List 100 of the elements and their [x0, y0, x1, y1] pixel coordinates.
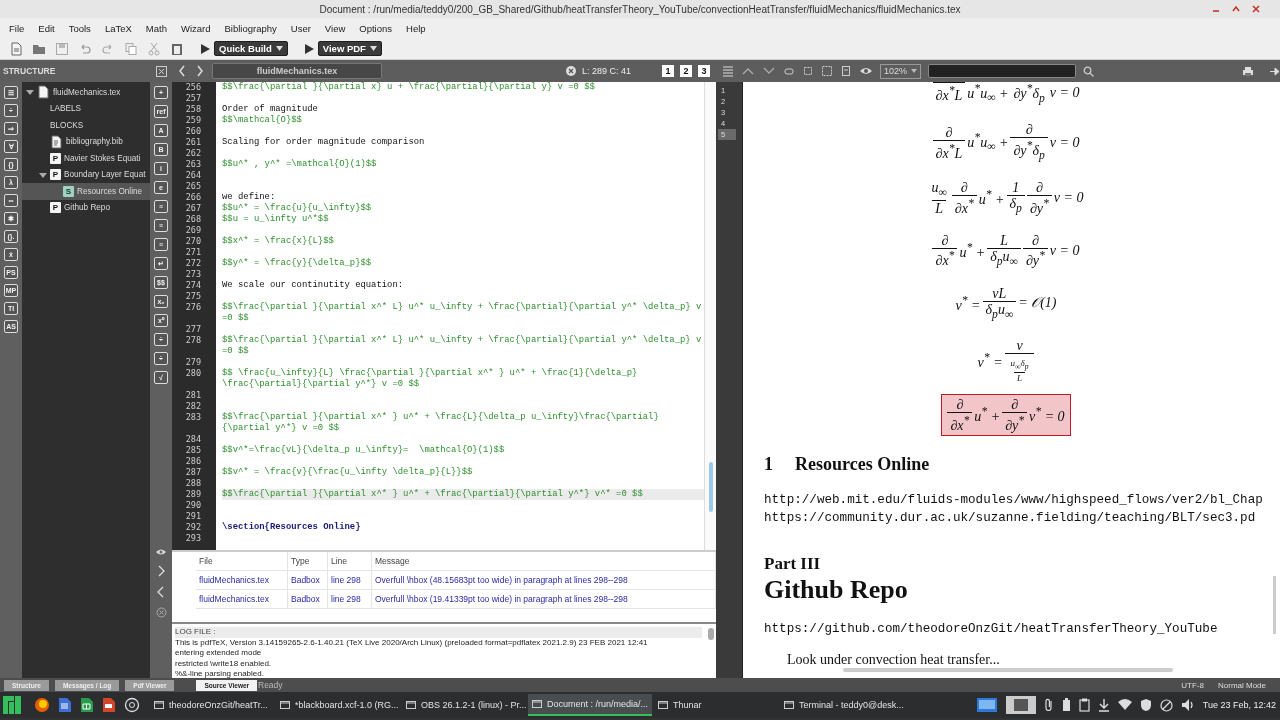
code-line: $$\frac{\partial }{\partial x^* L} u^* u_\infty + \frac{\partial}{\partial y^* \delta_p} v =0 $$ [222, 335, 703, 357]
eye-icon[interactable] [155, 548, 167, 556]
line-number: 279 [184, 357, 202, 368]
maximize-icon[interactable] [1232, 5, 1240, 13]
menu-item[interactable]: Options [352, 22, 400, 34]
fit-page-icon[interactable] [821, 65, 833, 77]
window-title: Document : /run/media/teddy0/200_GB_Shared/Github/heatTransferTheory_YouTube/convectionHeatTransfer/fluidMechanics/fluidMechanics.tex [319, 3, 961, 15]
line-number: 266 [184, 192, 202, 203]
forward-icon[interactable] [194, 64, 206, 78]
fit-icon[interactable] [783, 65, 795, 77]
workspace-icon[interactable] [1005, 696, 1036, 714]
toolbar-button[interactable]: View PDF [317, 41, 382, 56]
previous-icon[interactable] [156, 586, 166, 598]
line-number: 284 [184, 434, 202, 445]
log-line: entering extended mode [175, 648, 263, 659]
back-icon[interactable] [176, 64, 188, 78]
presentation-icon[interactable] [102, 697, 116, 713]
expanded-caret-icon[interactable] [26, 88, 34, 97]
menu-item[interactable]: Math [138, 22, 174, 34]
volume-icon[interactable] [1180, 698, 1195, 712]
column-header[interactable]: File [196, 552, 288, 571]
eye-icon[interactable] [859, 66, 873, 76]
menu-item[interactable]: Tools [61, 22, 98, 34]
next-icon[interactable] [156, 565, 166, 577]
page-icon[interactable] [840, 65, 852, 77]
battery-icon[interactable] [1061, 698, 1071, 712]
document-tab[interactable]: fluidMechanics.tex [212, 63, 382, 79]
close-icon[interactable] [1252, 5, 1260, 13]
taskbar-item[interactable]: Terminal - teddy0@desk... [780, 694, 904, 716]
menu-item[interactable]: View [317, 22, 353, 34]
start-menu-icon[interactable] [2, 695, 22, 715]
tree-item[interactable]: fluidMechanics.tex [22, 84, 150, 101]
search-field[interactable] [928, 64, 1077, 78]
code-line: $$v^*=\frac{vL}{\delta_p u_\infty}= \mathcal{O}(1)$$ [222, 445, 506, 456]
menu-item[interactable]: User [283, 22, 318, 34]
column-header[interactable]: Line [328, 552, 372, 571]
spreadsheet-icon[interactable] [80, 697, 94, 713]
clipboard-icon[interactable] [1078, 698, 1090, 712]
taskbar-item[interactable]: Thunar [654, 694, 778, 716]
scrollbar-thumb[interactable] [843, 668, 1173, 672]
column-header[interactable]: Type [288, 552, 328, 571]
document-icon[interactable] [58, 697, 72, 713]
tree-item[interactable]: P Navier Stokes Equati [22, 150, 150, 167]
part-icon: P [50, 169, 61, 181]
menu-item[interactable]: Bibliography [217, 22, 284, 34]
taskbar-item[interactable]: OBS 26.1.2-1 (linux) - Pr... [402, 694, 526, 716]
wifi-icon[interactable] [1117, 699, 1132, 711]
table-cell: Overfull \hbox (19.41339pt too wide) in paragraph at lines 298--298 [372, 590, 716, 609]
tree-item[interactable]: bibliography.bib [22, 133, 150, 150]
tree-item[interactable]: S Resources Online [22, 183, 150, 200]
list-icon[interactable] [722, 65, 734, 77]
tree-item[interactable]: P Boundary Layer Equat [22, 166, 150, 183]
line-number: 291 [184, 511, 202, 522]
taskbar-item[interactable]: Document : /run/media/... [528, 694, 652, 716]
expanded-caret-icon[interactable] [39, 170, 47, 179]
scrollbar-thumb[interactable] [708, 628, 714, 640]
toolbar-button[interactable]: Quick Build [214, 41, 288, 56]
browser-icon[interactable] [34, 697, 50, 713]
menu-item[interactable]: Wizard [173, 22, 218, 34]
zoom-select[interactable]: 102% [880, 63, 922, 79]
mode-label: Normal Mode [1218, 680, 1266, 690]
tree-item[interactable]: P Github Repo [22, 199, 150, 216]
window-icon[interactable] [975, 697, 998, 713]
log-line: restricted \write18 enabled. [175, 658, 273, 669]
new-file-icon[interactable] [10, 41, 23, 56]
tree-item[interactable]: BLOCKS [22, 117, 150, 134]
column-header[interactable]: Message [372, 552, 716, 571]
attachment-icon[interactable] [1043, 698, 1054, 712]
search-icon[interactable] [1083, 65, 1095, 77]
caret-icon[interactable] [369, 46, 377, 51]
scrollbar-thumb[interactable] [1273, 576, 1276, 634]
close-icon[interactable] [566, 66, 576, 76]
shield-icon[interactable] [1139, 698, 1152, 712]
tree-item[interactable]: LABELS [22, 100, 150, 117]
fit-width-icon[interactable] [802, 65, 814, 77]
log-line: %&-line parsing enabled. [175, 669, 265, 678]
bookmark-button[interactable]: 3 [698, 65, 710, 77]
settings-icon[interactable] [124, 697, 140, 713]
caret-icon[interactable] [275, 46, 283, 51]
scrollbar-thumb[interactable] [709, 462, 713, 512]
network-off-icon[interactable] [1159, 698, 1173, 712]
menu-item[interactable]: File [2, 22, 32, 34]
line-number: 271 [184, 247, 202, 258]
code-line: $$u^* = \frac{u}{u_\infty}$$ [222, 203, 373, 214]
math-equation: ∂ ∂x$^{*}$ u$^{*}$ + ∂ ∂y$^{*}$ v$^{*}$ = 0 [941, 394, 1071, 436]
bookmark-button[interactable]: 1 [662, 65, 674, 77]
play-icon[interactable] [199, 42, 211, 55]
code-line: $$\frac{\partial }{\partial x^* L} u^* u_\infty + \frac{\partial}{\partial y^* \delta_p} v =0 $$ [222, 302, 703, 324]
play-icon[interactable] [302, 42, 315, 55]
taskbar-item[interactable]: *blackboard.xcf-1.0 (RG... [276, 694, 400, 716]
menu-item[interactable]: Help [399, 22, 433, 34]
print-icon[interactable] [1242, 65, 1254, 77]
table-cell: Badbox [288, 590, 328, 609]
menu-item[interactable]: LaTeX [97, 22, 139, 34]
taskbar-item[interactable]: theodoreOnzGit/heatTr... [150, 694, 274, 716]
bookmark-button[interactable]: 2 [680, 65, 692, 77]
menu-item[interactable]: Edit [31, 22, 62, 34]
paste-icon[interactable] [170, 41, 184, 56]
collapse-icon[interactable] [156, 65, 167, 77]
download-icon[interactable] [1097, 698, 1110, 712]
